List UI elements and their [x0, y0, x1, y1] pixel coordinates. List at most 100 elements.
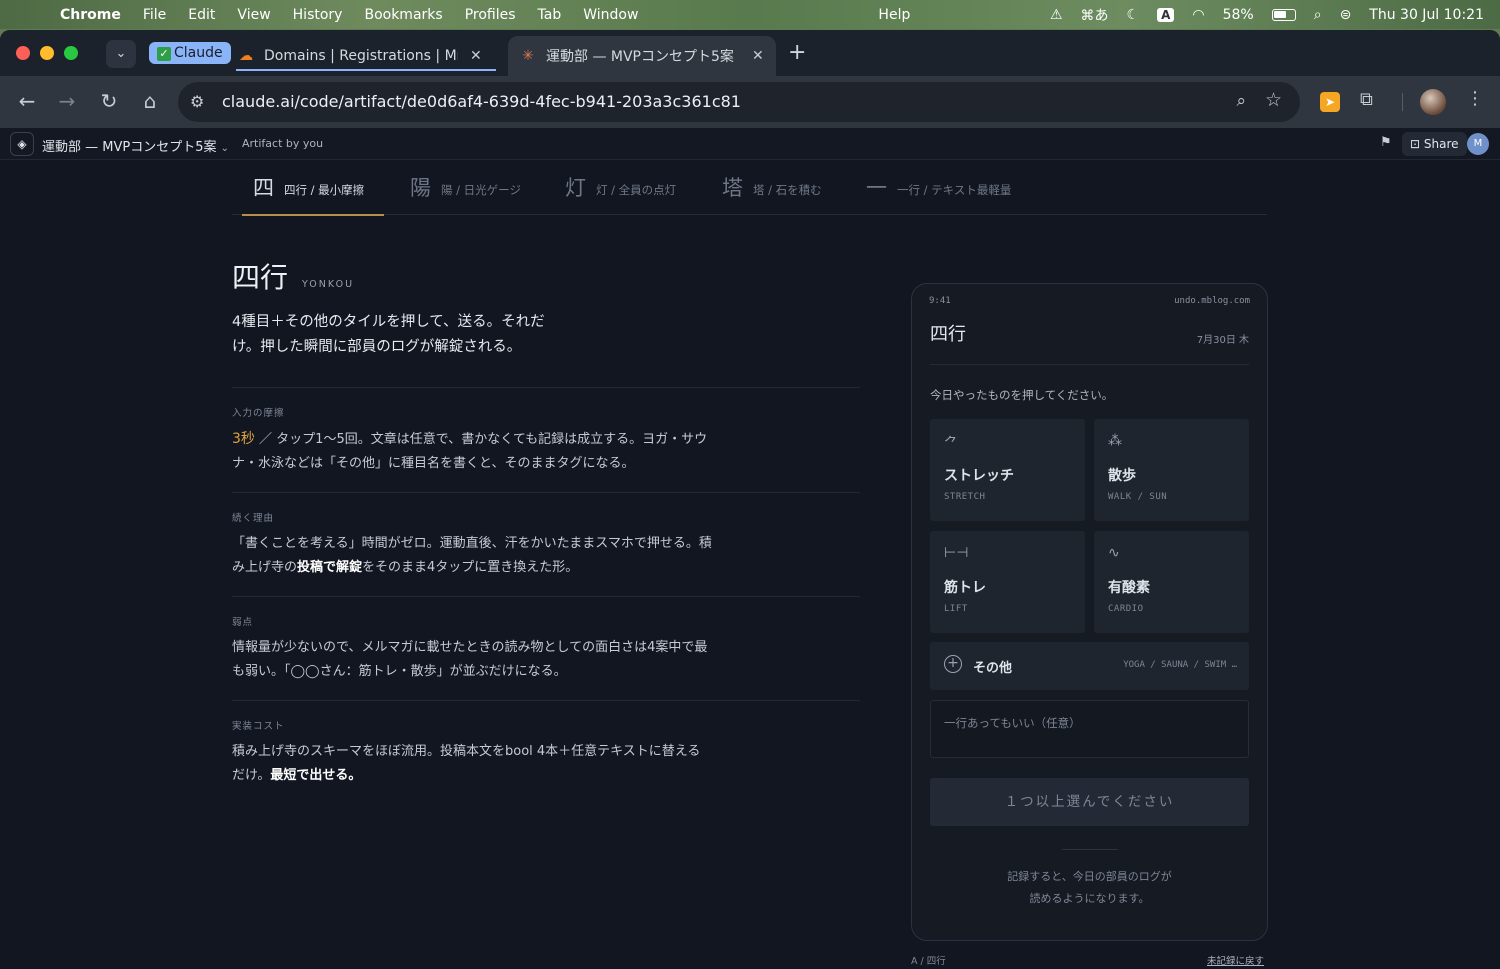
tab-concept-yonkou[interactable]: 四 四行 / 最小摩擦 [241, 170, 385, 216]
concept-lead: 4種目＋その他のタイルを押して、送る。それだけ。押した瞬間に部員のログが解錠され… [232, 314, 545, 355]
tab-concept-tomoshibi[interactable]: 灯 灯 / 全員の点灯 [565, 170, 676, 215]
footer-line: 記録すると、今日の部員のログが [1007, 870, 1172, 883]
menu-view[interactable]: View [237, 7, 270, 23]
artifact-author: Artifact by you [242, 137, 324, 150]
close-window-button[interactable] [16, 46, 30, 60]
tab-artifact[interactable]: ✳ 運動部 — MVPコンセプト5案 ✕ [508, 36, 776, 76]
concept-title: 四行 [232, 261, 289, 294]
menu-help[interactable]: Help [878, 7, 910, 23]
notch-app-icon[interactable]: ⚠ [1050, 7, 1063, 23]
concept-tabs: 四 四行 / 最小摩擦 陽 陽 / 日光ゲージ 灯 灯 / 全員の点灯 塔 塔 … [232, 160, 1267, 216]
maximize-window-button[interactable] [64, 46, 78, 60]
more-vertical-icon[interactable]: ⋮ [1466, 88, 1484, 109]
submit-button[interactable]: １つ以上選んでください [930, 778, 1249, 826]
control-center-icon[interactable]: ⊜ [1340, 7, 1352, 23]
minimize-window-button[interactable] [40, 46, 54, 60]
macos-menubar: Chrome File Edit View History Bookmarks … [0, 0, 1500, 29]
extension-arrow-icon[interactable]: ➤ [1320, 92, 1340, 112]
phone-domain: undo.mblog.com [1174, 296, 1250, 306]
back-to-unrecorded-link[interactable]: 未記録に戻す [1207, 953, 1264, 967]
tile-en: LIFT [944, 604, 968, 614]
section-body: 情報量が少ないので、メルマガに載せたときの読み物としての面白さは4案中で最も弱い… [232, 640, 708, 679]
artifact-title-dropdown[interactable]: 運動部 — MVPコンセプト5案 ⌄ [42, 136, 229, 155]
share-button[interactable]: ⊡ Share [1402, 132, 1467, 156]
battery-icon[interactable] [1271, 8, 1296, 21]
tab-label: 陽 / 日光ゲージ [441, 183, 521, 197]
tab-kanji: 陽 [410, 176, 431, 200]
note-input[interactable]: 一行あってもいい（任意） [930, 700, 1249, 758]
site-info-icon[interactable]: ⚙ [190, 92, 204, 111]
tile-name: 散歩 [1108, 468, 1136, 484]
menu-history[interactable]: History [293, 7, 343, 23]
menu-app-name[interactable]: Chrome [60, 7, 121, 23]
tab-search-chevron-icon[interactable]: ⌄ [106, 40, 136, 68]
concept-romaji: YONKOU [302, 279, 355, 290]
phone-footer-note: 記録すると、今日の部員のログが 読めるようになります。 [912, 866, 1267, 910]
tab-label: 四行 / 最小摩擦 [284, 183, 365, 197]
tab-concept-ichigyou[interactable]: 一 一行 / テキスト最軽量 [866, 170, 1011, 215]
section-friction: 入力の摩擦 3秒 ／ タップ1〜5回。文章は任意で、書かなくても記録は成立する。… [232, 387, 860, 492]
menu-edit[interactable]: Edit [188, 7, 215, 23]
home-icon[interactable]: ⌂ [137, 89, 163, 113]
stretch-icon: ⺈ [944, 436, 958, 452]
tab-domains[interactable]: ☁ Domains | Registrations | Mnb ✕ [236, 36, 496, 76]
tile-other[interactable]: + その他 YOGA / SAUNA / SWIM … [930, 642, 1249, 690]
window-controls [16, 46, 78, 60]
menu-profiles[interactable]: Profiles [465, 7, 516, 23]
menubar-clock[interactable]: Thu 30 Jul 10:21 [1369, 7, 1484, 23]
close-tab-icon[interactable]: ✕ [752, 48, 764, 64]
section-body: 積み上げ寺のスキーマをほぼ流用。投稿本文をbool 4本＋任意テキストに替えるだ… [232, 740, 712, 804]
do-not-disturb-moon-icon[interactable]: ☾ [1127, 7, 1140, 23]
tab-kanji: 灯 [565, 176, 586, 200]
walk-sun-icon: ⁂ [1108, 433, 1122, 449]
tab-concept-you[interactable]: 陽 陽 / 日光ゲージ [410, 170, 521, 215]
close-tab-icon[interactable]: ✕ [470, 48, 482, 64]
section-emphasis: 投稿で解錠 [297, 560, 363, 575]
menu-window[interactable]: Window [583, 7, 638, 23]
tab-kanji: 一 [866, 176, 887, 200]
menu-bookmarks[interactable]: Bookmarks [364, 7, 442, 23]
profile-avatar[interactable] [1420, 89, 1446, 115]
user-avatar[interactable]: M [1467, 133, 1489, 155]
tab-concept-tou[interactable]: 塔 塔 / 石を積む [722, 170, 822, 215]
flag-icon[interactable]: ⚑ [1380, 135, 1392, 150]
tile-name: 有酸素 [1108, 580, 1150, 596]
reload-icon[interactable]: ↻ [96, 89, 122, 113]
tile-stretch[interactable]: ⺈ ストレッチ STRETCH [930, 419, 1085, 521]
menu-tab[interactable]: Tab [538, 7, 562, 23]
artifact-content: 四 四行 / 最小摩擦 陽 陽 / 日光ゲージ 灯 灯 / 全員の点灯 塔 塔 … [0, 160, 1500, 969]
url-text[interactable]: claude.ai/code/artifact/de0d6af4-639d-4f… [222, 92, 741, 111]
bookmark-star-icon[interactable]: ☆ [1265, 89, 1282, 111]
section-weakness: 弱点 情報量が少ないので、メルマガに載せたときの読み物としての面白さは4案中で最… [232, 596, 860, 700]
extensions-puzzle-icon[interactable]: ⧉ [1360, 89, 1373, 110]
claude-spark-icon: ✳ [522, 48, 534, 64]
tab-group-claude[interactable]: ✓ Claude [149, 42, 231, 64]
tab-title: 運動部 — MVPコンセプト5案 [546, 49, 734, 65]
keyboard-input-icon[interactable]: A [1157, 7, 1175, 22]
tab-kanji: 四 [253, 176, 274, 200]
tile-en: CARDIO [1108, 604, 1144, 614]
tile-lift[interactable]: ⊢⊣ 筋トレ LIFT [930, 531, 1085, 633]
concept-detail: 四行 YONKOU 4種目＋その他のタイルを押して、送る。それだけ。押した瞬間に… [232, 256, 860, 804]
tile-cardio[interactable]: ∿ 有酸素 CARDIO [1094, 531, 1249, 633]
menu-file[interactable]: File [143, 7, 166, 23]
browser-window: ⌄ ✓ Claude ☁ Domains | Registrations | Mn… [0, 30, 1500, 969]
forward-arrow-icon[interactable]: → [54, 89, 80, 113]
back-arrow-icon[interactable]: ← [14, 89, 40, 113]
section-caption: 実装コスト [232, 721, 285, 732]
note-placeholder: 一行あってもいい（任意） [944, 716, 1081, 730]
tab-kanji: 塔 [722, 176, 743, 200]
address-bar[interactable]: ⚙ claude.ai/code/artifact/de0d6af4-639d-… [178, 82, 1300, 122]
phone-date: 7月30日 木 [1196, 335, 1249, 346]
spotlight-search-icon[interactable]: ⌕ [1314, 7, 1322, 23]
input-method-indicator[interactable]: ⌘あ [1081, 5, 1109, 25]
battery-percent[interactable]: 58% [1223, 7, 1254, 23]
accent-value: 3秒 [232, 431, 255, 447]
phone-mockup: 9:41 undo.mblog.com 四行 7月30日 木 今日やったものを押… [911, 283, 1268, 941]
tab-label: 塔 / 石を積む [753, 183, 822, 197]
new-tab-plus-icon[interactable]: + [788, 40, 806, 65]
tile-walk[interactable]: ⁂ 散歩 WALK / SUN [1094, 419, 1249, 521]
divider [1062, 849, 1118, 850]
zoom-magnifier-icon[interactable]: ⌕ [1236, 91, 1246, 111]
wifi-icon[interactable]: ◠ [1192, 7, 1204, 23]
